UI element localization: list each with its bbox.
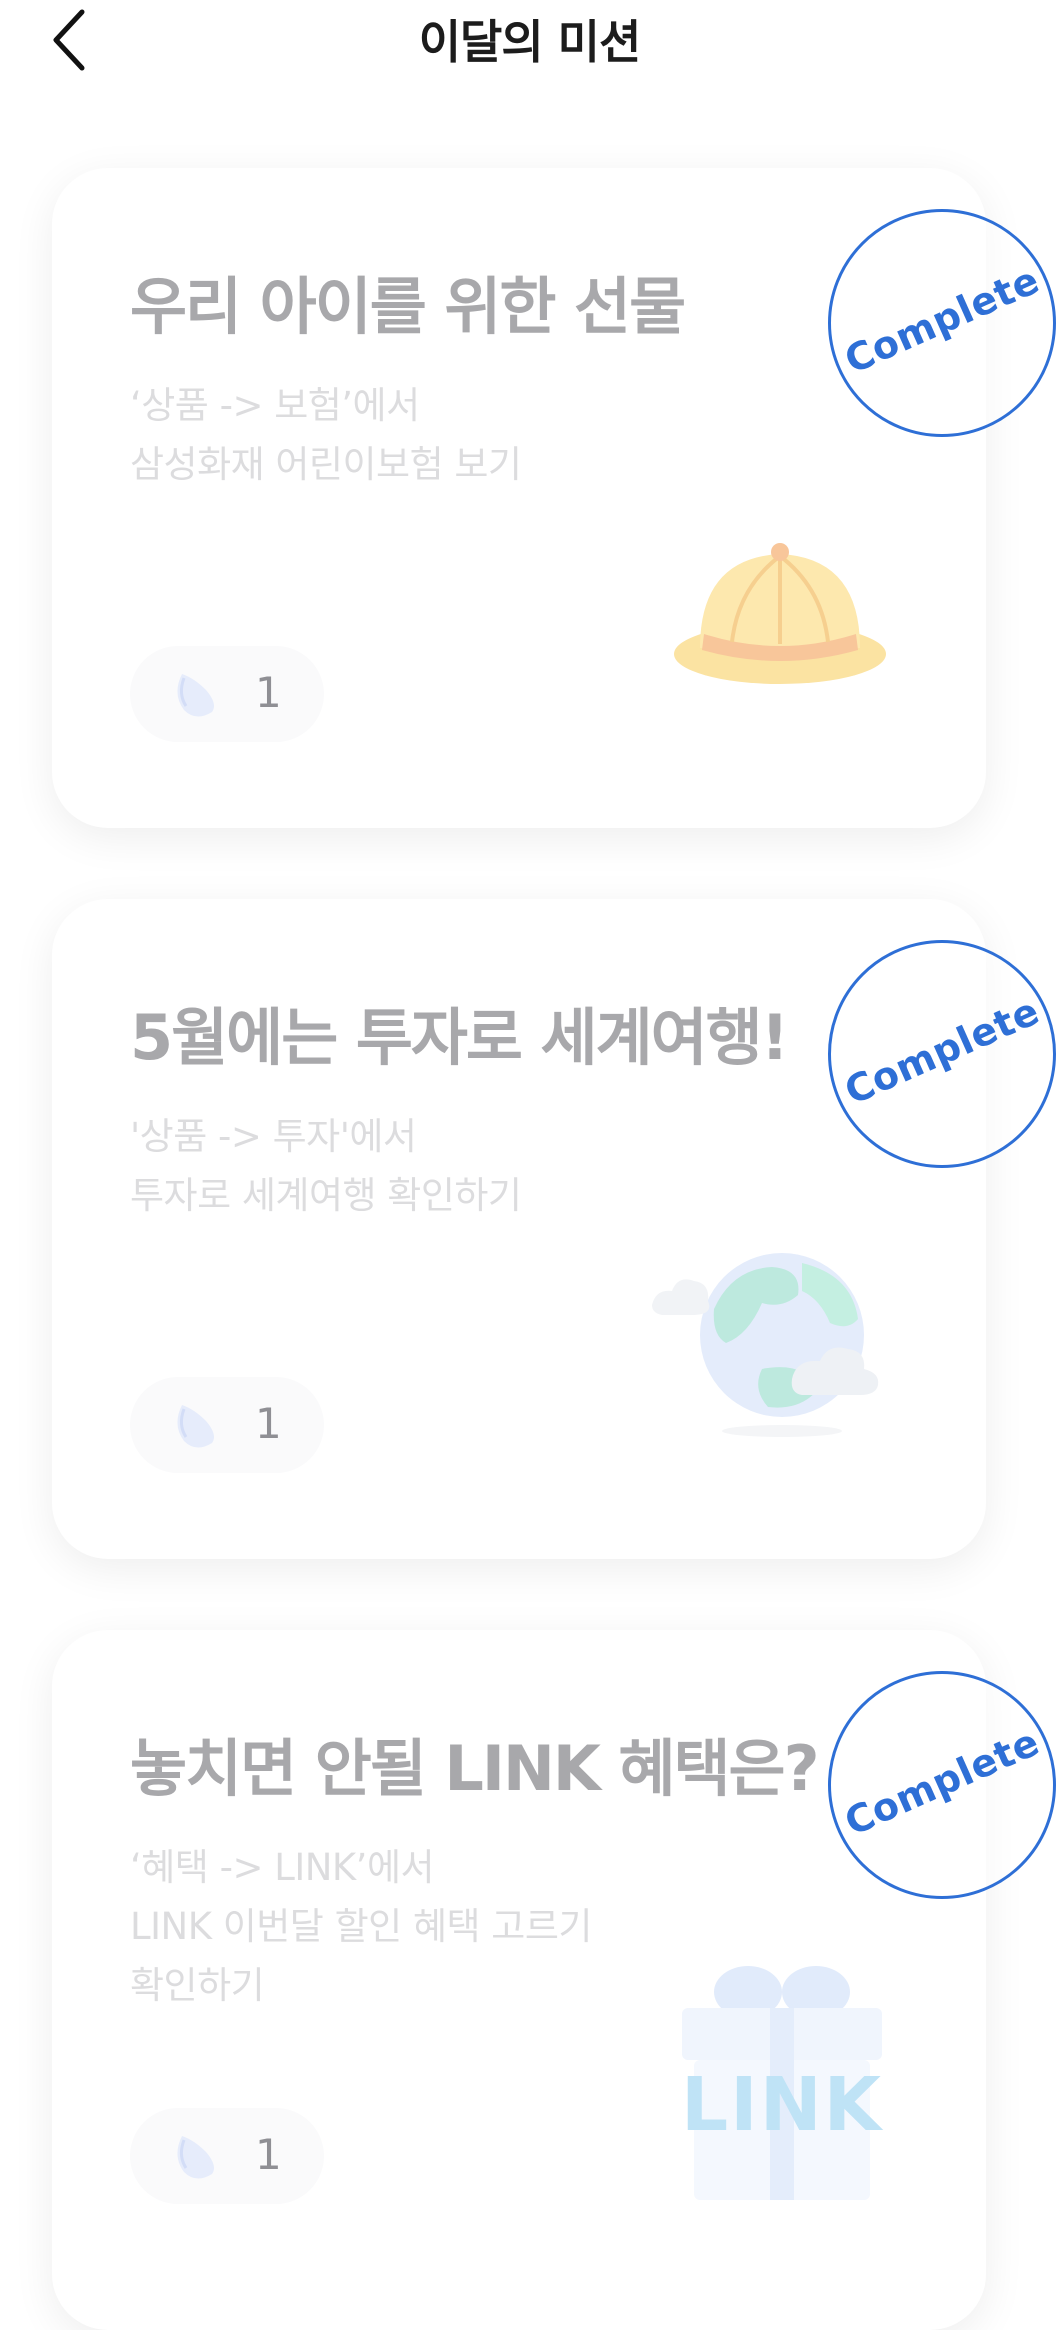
page-title: 이달의 미션 — [418, 15, 642, 69]
hat-icon — [670, 538, 890, 692]
seed-icon — [177, 674, 214, 717]
mission-card-2[interactable]: 5월에는 투자로 세계여행! '상품 -> 투자'에서 투자로 세계여행 확인하… — [52, 899, 1056, 1559]
mission-description: ‘혜택 -> LINK’에서 LINK 이번달 할인 혜택 고르기 확인하기 — [130, 1838, 592, 2015]
mission-description: '상품 -> 투자'에서 투자로 세계여행 확인하기 — [130, 1107, 522, 1225]
complete-badge: Complete — [828, 209, 1056, 437]
mission-title: 놓치면 안될 LINK 혜택은? — [130, 1732, 820, 1805]
reward-count: 1 — [255, 1399, 282, 1448]
mission-description: ‘상품 -> 보험’에서 삼성화재 어린이보험 보기 — [130, 376, 522, 494]
top-header: 이달의 미션 — [0, 0, 1059, 80]
seed-icon — [177, 2136, 214, 2179]
reward-chip: 1 — [130, 2108, 324, 2204]
reward-count: 1 — [255, 2130, 282, 2179]
reward-chip: 1 — [130, 1377, 324, 1473]
globe-icon — [652, 1239, 912, 1443]
mission-title: 5월에는 투자로 세계여행! — [130, 1001, 789, 1074]
mission-description-line: 삼성화재 어린이보험 보기 — [130, 443, 522, 486]
seed-icon — [177, 1405, 214, 1448]
complete-text: Complete — [838, 1719, 1046, 1845]
mission-description-line: '상품 -> 투자'에서 — [130, 1115, 417, 1158]
mission-card-3[interactable]: 놓치면 안될 LINK 혜택은? ‘혜택 -> LINK’에서 LINK 이번달… — [52, 1630, 1056, 2330]
complete-badge: Complete — [828, 1671, 1056, 1899]
mission-title: 우리 아이를 위한 선물 — [130, 270, 686, 343]
reward-chip: 1 — [130, 646, 324, 742]
mission-card-1[interactable]: 우리 아이를 위한 선물 ‘상품 -> 보험’에서 삼성화재 어린이보험 보기 … — [52, 168, 1056, 828]
reward-count: 1 — [255, 668, 282, 717]
complete-badge: Complete — [828, 940, 1056, 1168]
mission-description-line: ‘상품 -> 보험’에서 — [130, 384, 420, 427]
complete-text: Complete — [838, 988, 1046, 1114]
mission-description-line: 확인하기 — [130, 1964, 265, 2007]
mission-description-line: LINK 이번달 할인 혜택 고르기 — [130, 1905, 592, 1948]
link-illustration-text: LINK — [681, 2062, 884, 2148]
mission-description-line: ‘혜택 -> LINK’에서 — [130, 1846, 435, 1889]
complete-text: Complete — [838, 257, 1046, 383]
link-gift-icon: LINK — [672, 1956, 892, 2210]
mission-description-line: 투자로 세계여행 확인하기 — [130, 1174, 522, 1217]
